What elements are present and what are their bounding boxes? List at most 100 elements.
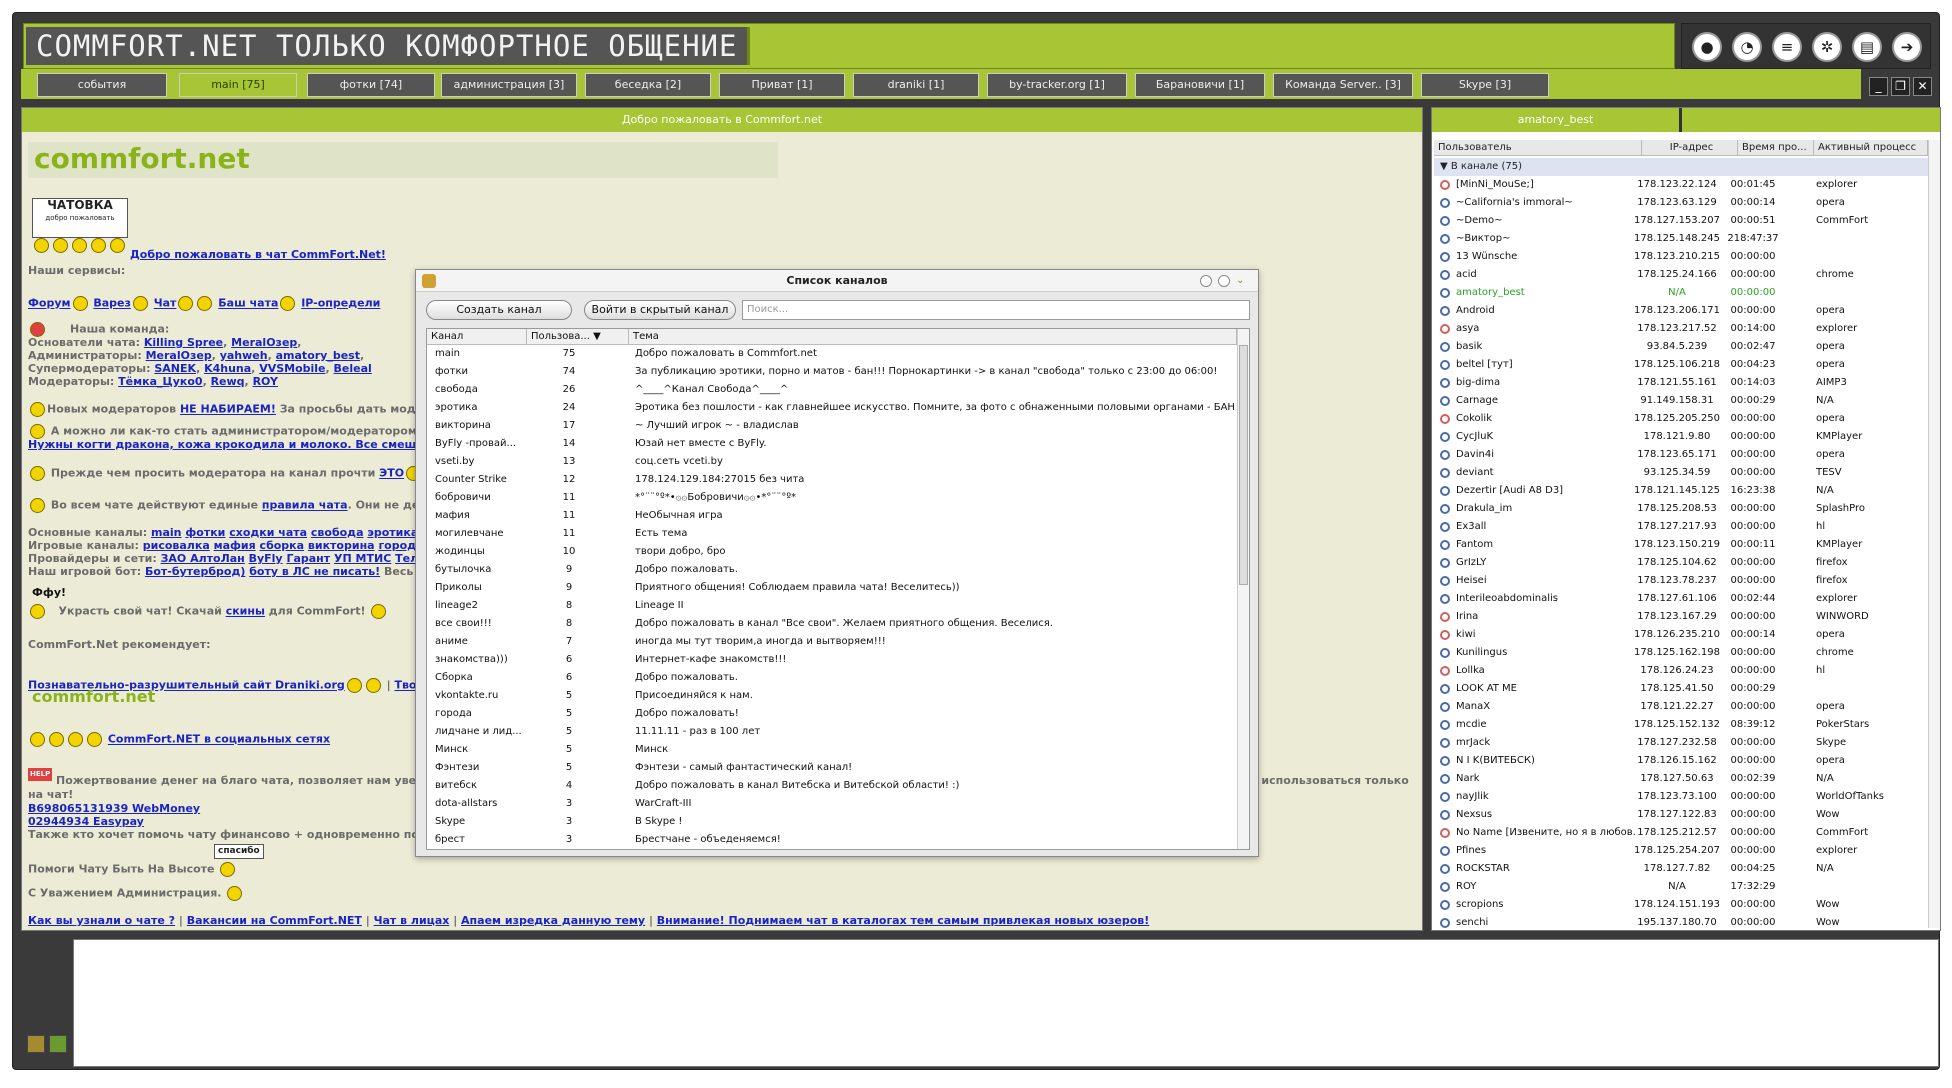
col-process[interactable]: Активный процесс <box>1814 140 1928 156</box>
channel-link[interactable]: фотки <box>185 526 225 539</box>
rules-link[interactable]: правила чата <box>262 499 348 512</box>
user-row[interactable]: mcdie 178.125.152.132 08:39:12 PokerStars <box>1434 716 1928 734</box>
user-row[interactable]: Dezertir [Audi A8 D3] 178.121.145.125 16:2… <box>1434 482 1928 500</box>
channel-row[interactable]: витебск 4 Добро пожаловать в канал Витебск… <box>427 777 1237 795</box>
col-channel[interactable]: Канал <box>427 329 527 345</box>
smiley-picker-icon[interactable] <box>27 1035 45 1053</box>
channel-row[interactable]: Counter Strike 12 178.124.129.184:27015 бе… <box>427 471 1237 489</box>
channel-search-input[interactable]: Поиск... <box>742 300 1250 320</box>
user-row[interactable]: [MinNi_MouSe;] 178.123.22.124 00:01:45 expl… <box>1434 176 1928 194</box>
col-users[interactable]: Пользова... ▼ <box>527 329 629 345</box>
user-row[interactable]: LOOK AT ME 178.125.41.50 00:00:29 <box>1434 680 1928 698</box>
user-row[interactable]: ROY N/A 17:32:29 <box>1434 878 1928 896</box>
user-row[interactable]: Pfines 178.125.254.207 00:00:00 explorer <box>1434 842 1928 860</box>
user-row[interactable]: big-dima 178.121.55.161 00:14:03 AIMP3 <box>1434 374 1928 392</box>
channel-row[interactable]: vkontakte.ru 5 Присоединяйся к нам. <box>427 687 1237 705</box>
skins-link[interactable]: скины <box>226 605 265 618</box>
webmoney-link[interactable]: В698065131939 WebMoney <box>28 802 200 815</box>
user-row[interactable]: ROCKSTAR 178.127.7.82 00:04:25 N/A <box>1434 860 1928 878</box>
become-admin-link[interactable]: Нужны когти дракона, кожа крокодила и мо… <box>28 438 441 451</box>
channel-link[interactable]: рисовалка <box>143 539 210 552</box>
service-link[interactable]: Чат <box>154 297 177 310</box>
user-link[interactable]: Beleal <box>334 362 372 375</box>
minimize-button[interactable]: _ <box>1869 77 1888 96</box>
user-row[interactable]: Irina 178.123.167.29 00:00:00 WINWORD <box>1434 608 1928 626</box>
close-button[interactable]: ✕ <box>1913 77 1932 96</box>
user-row[interactable]: Android 178.123.206.171 00:00:00 opera <box>1434 302 1928 320</box>
channel-row[interactable]: могилевчане 11 Есть тема <box>427 525 1237 543</box>
tab-channel[interactable]: события <box>37 73 167 97</box>
channel-row[interactable]: свобода 26 ^____^Канал Свобода^____^ <box>427 381 1237 399</box>
channel-link[interactable]: сборка <box>260 539 305 552</box>
user-row[interactable]: Cokolik 178.125.205.250 00:00:00 opera <box>1434 410 1928 428</box>
user-row[interactable]: No Name [Извените, но я в любов... 178.12… <box>1434 824 1928 842</box>
user-row[interactable]: 13 Wünsche 178.123.210.215 00:00:00 <box>1434 248 1928 266</box>
col-topic[interactable]: Тема <box>629 329 1237 345</box>
chat-bubble-icon[interactable]: ◔ <box>1732 32 1762 62</box>
footer-link[interactable]: Чат в лицах <box>374 914 450 927</box>
user-row[interactable]: Nexsus 178.127.122.83 00:00:00 Wow <box>1434 806 1928 824</box>
channel-row[interactable]: жодинцы 10 твори добро, бро <box>427 543 1237 561</box>
tab-channel[interactable]: draniki [1] <box>853 73 979 97</box>
channel-row[interactable]: Skype 3 В Skype ! <box>427 813 1237 831</box>
user-row[interactable]: mrJack 178.127.232.58 00:00:00 Skype <box>1434 734 1928 752</box>
channel-row[interactable]: бутылочка 9 Добро пожаловать. <box>427 561 1237 579</box>
channel-row[interactable]: vseti.by 13 соц.сеть vceti.by <box>427 453 1237 471</box>
user-row[interactable]: CycJluK 178.121.9.80 00:00:00 KMPlayer <box>1434 428 1928 446</box>
user-row[interactable]: Interileoabdominalis 178.127.61.106 00:02:… <box>1434 590 1928 608</box>
user-row[interactable]: Ex3all 178.127.217.93 00:00:00 hl <box>1434 518 1928 536</box>
format-icon[interactable] <box>49 1035 67 1053</box>
tab-channel[interactable]: фотки [74] <box>307 73 435 97</box>
user-row[interactable]: nayJlik 178.123.73.100 00:00:00 WorldOfTank… <box>1434 788 1928 806</box>
footer-link[interactable]: Апаем изредка данную тему <box>461 914 645 927</box>
service-link[interactable]: Варез <box>93 297 131 310</box>
channel-row[interactable]: фотки 74 За публикацию эротики, порно и ма… <box>427 363 1237 381</box>
user-row[interactable]: amatory_best N/A 00:00:00 <box>1434 284 1928 302</box>
user-row[interactable]: Lollka 178.126.24.23 00:00:00 hl <box>1434 662 1928 680</box>
user-link[interactable]: VVSMobile <box>259 362 325 375</box>
service-link[interactable]: Баш чата <box>218 297 278 310</box>
user-link[interactable]: Тёмка_Цуко0 <box>118 375 202 388</box>
user-link[interactable]: amatory_best <box>276 349 360 362</box>
user-link[interactable]: K4huna <box>204 362 251 375</box>
user-link[interactable]: ROY <box>253 375 278 388</box>
service-link[interactable]: Форум <box>28 297 71 310</box>
exit-icon[interactable]: ➔ <box>1892 32 1922 62</box>
channel-row[interactable]: dota-allstars 3 WarCraft-III <box>427 795 1237 813</box>
social-link[interactable]: CommFort.NET в социальных сетях <box>108 733 330 746</box>
user-link[interactable]: Rewq <box>211 375 245 388</box>
user-row[interactable]: ~Виктор~ 178.125.148.245 218:47:37 <box>1434 230 1928 248</box>
user-link[interactable]: SANEK <box>154 362 196 375</box>
user-row[interactable]: Heisei 178.123.78.237 00:00:00 firefox <box>1434 572 1928 590</box>
col-user[interactable]: Пользователь <box>1434 140 1642 156</box>
user-row[interactable]: N I K(ВИТЕБСК) 178.126.15.162 00:00:00 oper… <box>1434 752 1928 770</box>
channel-row[interactable]: лидчане и лид... 5 11.11.11 - раз в 100 ле… <box>427 723 1237 741</box>
message-input[interactable] <box>73 939 1939 1067</box>
channel-link[interactable]: УП МТИС <box>334 552 391 565</box>
user-link[interactable]: MeralOзер <box>231 336 297 349</box>
channel-link[interactable]: мафия <box>214 539 256 552</box>
user-row[interactable]: Drakula_im 178.125.208.53 00:00:00 SplashPr… <box>1434 500 1928 518</box>
user-row[interactable]: senchi 195.137.180.70 00:00:00 Wow <box>1434 914 1928 930</box>
join-hidden-channel-button[interactable]: Войти в скрытый канал <box>584 300 736 320</box>
channel-table-scrollbar[interactable] <box>1237 329 1249 849</box>
dialog-collapse-icon[interactable]: ⌄ <box>1236 275 1248 287</box>
channel-link[interactable]: викторина <box>308 539 375 552</box>
user-link[interactable]: yahweh <box>220 349 268 362</box>
channel-link[interactable]: сходки чата <box>229 526 307 539</box>
channel-row[interactable]: main 75 Добро пожаловать в Commfort.net <box>427 345 1237 363</box>
channel-row[interactable]: знакомства))) 6 Интернет-кафе знакомств!!! <box>427 651 1237 669</box>
channel-row[interactable]: ByFly -провай... 14 Юзай нет вместе с ByFl… <box>427 435 1237 453</box>
channel-link[interactable]: Гарант <box>286 552 330 565</box>
channel-row[interactable]: Приколы 9 Приятного общения! Соблюдаем пра… <box>427 579 1237 597</box>
tab-channel[interactable]: Skype [3] <box>1421 73 1549 97</box>
tab-channel[interactable]: main [75] <box>179 73 297 97</box>
channel-link[interactable]: свобода <box>311 526 364 539</box>
channel-row[interactable]: мафия 11 НеОбычная игра <box>427 507 1237 525</box>
user-link[interactable]: Killing Spree <box>144 336 223 349</box>
user-row[interactable]: ManaX 178.121.22.27 00:00:00 opera <box>1434 698 1928 716</box>
user-row[interactable]: Kunilingus 178.125.162.198 00:00:00 chrome <box>1434 644 1928 662</box>
channel-row[interactable]: эротика 24 Эротика без пошлости - как глав… <box>427 399 1237 417</box>
user-list-scrollbar[interactable] <box>1928 140 1940 928</box>
game-bot-link[interactable]: Бот-бутерброд) <box>145 565 245 578</box>
